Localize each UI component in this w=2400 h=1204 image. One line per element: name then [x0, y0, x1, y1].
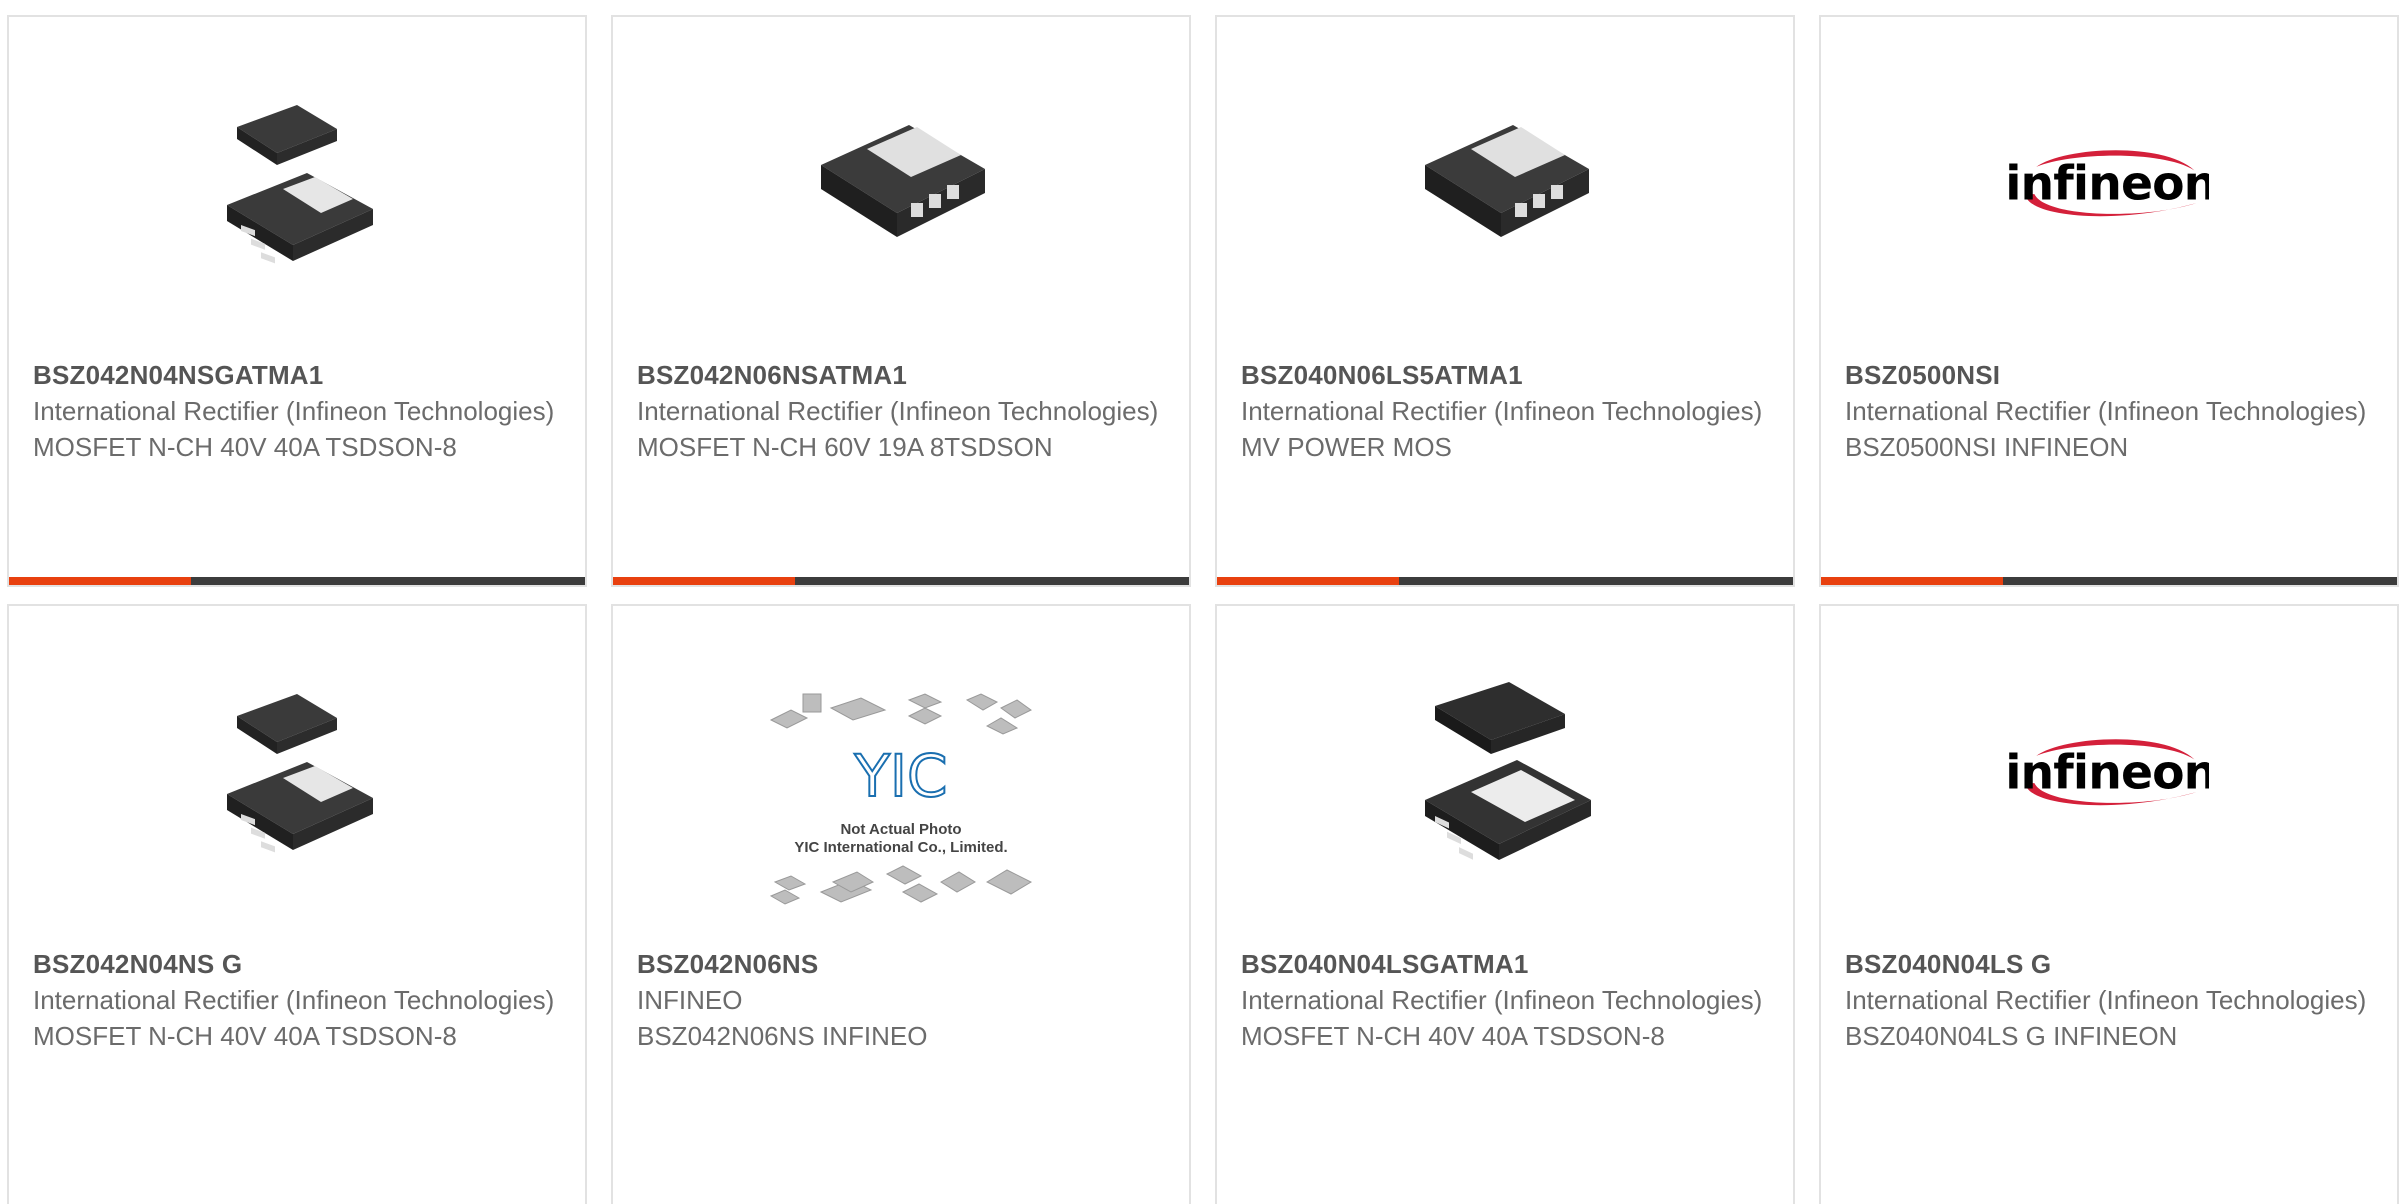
- product-image[interactable]: YIC Not Actual Photo YIC International C…: [761, 686, 1041, 926]
- product-card[interactable]: BSZ042N04NS G International Rectifier (I…: [7, 604, 587, 1204]
- chip-stack-icon: [227, 105, 373, 264]
- product-info: BSZ042N06NSATMA1 International Rectifier…: [637, 357, 1165, 465]
- part-number[interactable]: BSZ042N06NS: [637, 946, 1165, 982]
- product-info: BSZ040N04LS G International Rectifier (I…: [1845, 946, 2373, 1054]
- placeholder-logo: YIC: [853, 742, 947, 810]
- product-card[interactable]: BSZ040N06LS5ATMA1 International Rectifie…: [1215, 15, 1795, 587]
- part-number[interactable]: BSZ042N04NSGATMA1: [33, 357, 561, 393]
- product-image[interactable]: infineon: [2009, 674, 2209, 874]
- product-card[interactable]: infineon BSZ0500NSI International Rectif…: [1819, 15, 2399, 587]
- description: BSZ042N06NS INFINEO: [637, 1021, 928, 1051]
- product-info: BSZ042N04NSGATMA1 International Rectifie…: [33, 357, 561, 465]
- manufacturer: International Rectifier (Infineon Techno…: [1241, 396, 1763, 426]
- product-info: BSZ042N06NS INFINEO BSZ042N06NS INFINEO: [637, 946, 1165, 1054]
- card-bottom-bar: [613, 577, 1189, 585]
- description: MOSFET N-CH 40V 40A TSDSON-8: [33, 1021, 457, 1051]
- description: MOSFET N-CH 60V 19A 8TSDSON: [637, 432, 1053, 462]
- card-accent: [1821, 577, 2003, 585]
- description: MOSFET N-CH 40V 40A TSDSON-8: [1241, 1021, 1665, 1051]
- product-grid: BSZ042N04NSGATMA1 International Rectifie…: [0, 0, 2400, 1204]
- card-accent: [613, 577, 795, 585]
- description: MV POWER MOS: [1241, 432, 1452, 462]
- chip-icon: [1425, 125, 1589, 237]
- manufacturer: INFINEO: [637, 985, 743, 1015]
- card-bottom-bar: [9, 577, 585, 585]
- logo-text: infineon: [2009, 746, 2209, 801]
- product-image[interactable]: [1405, 674, 1605, 874]
- description: MOSFET N-CH 40V 40A TSDSON-8: [33, 432, 457, 462]
- part-number[interactable]: BSZ042N04NS G: [33, 946, 561, 982]
- infineon-logo: infineon: [2009, 739, 2209, 806]
- infineon-logo: infineon: [2009, 150, 2209, 217]
- product-info: BSZ040N06LS5ATMA1 International Rectifie…: [1241, 357, 1769, 465]
- card-accent: [1217, 577, 1399, 585]
- part-number[interactable]: BSZ0500NSI: [1845, 357, 2373, 393]
- product-image[interactable]: infineon: [2009, 85, 2209, 285]
- placeholder-photo: YIC Not Actual Photo YIC International C…: [769, 693, 1033, 905]
- manufacturer: International Rectifier (Infineon Techno…: [1241, 985, 1763, 1015]
- product-image[interactable]: [197, 674, 397, 874]
- card-bottom-bar: [1821, 577, 2397, 585]
- description: BSZ0500NSI INFINEON: [1845, 432, 2129, 462]
- product-image[interactable]: [801, 85, 1001, 285]
- card-accent: [9, 577, 191, 585]
- product-image[interactable]: [1405, 85, 1605, 285]
- part-number[interactable]: BSZ042N06NSATMA1: [637, 357, 1165, 393]
- product-info: BSZ042N04NS G International Rectifier (I…: [33, 946, 561, 1054]
- card-bottom-bar: [1217, 577, 1793, 585]
- manufacturer: International Rectifier (Infineon Techno…: [33, 985, 555, 1015]
- manufacturer: International Rectifier (Infineon Techno…: [33, 396, 555, 426]
- manufacturer: International Rectifier (Infineon Techno…: [1845, 396, 2367, 426]
- product-card[interactable]: infineon BSZ040N04LS G International Rec…: [1819, 604, 2399, 1204]
- product-card[interactable]: BSZ040N04LSGATMA1 International Rectifie…: [1215, 604, 1795, 1204]
- product-image[interactable]: [197, 85, 397, 285]
- manufacturer: International Rectifier (Infineon Techno…: [637, 396, 1159, 426]
- part-number[interactable]: BSZ040N04LSGATMA1: [1241, 946, 1769, 982]
- product-card[interactable]: BSZ042N06NSATMA1 International Rectifier…: [611, 15, 1191, 587]
- chip-icon: [821, 125, 985, 237]
- placeholder-company: YIC International Co., Limited.: [794, 839, 1007, 856]
- part-number[interactable]: BSZ040N06LS5ATMA1: [1241, 357, 1769, 393]
- product-info: BSZ040N04LSGATMA1 International Rectifie…: [1241, 946, 1769, 1054]
- product-card[interactable]: YIC Not Actual Photo YIC International C…: [611, 604, 1191, 1204]
- product-info: BSZ0500NSI International Rectifier (Infi…: [1845, 357, 2373, 465]
- part-number[interactable]: BSZ040N04LS G: [1845, 946, 2373, 982]
- description: BSZ040N04LS G INFINEON: [1845, 1021, 2178, 1051]
- logo-text: infineon: [2009, 157, 2209, 212]
- chip-stack-icon: [227, 694, 373, 853]
- manufacturer: International Rectifier (Infineon Techno…: [1845, 985, 2367, 1015]
- placeholder-caption: Not Actual Photo: [840, 821, 961, 838]
- product-card[interactable]: BSZ042N04NSGATMA1 International Rectifie…: [7, 15, 587, 587]
- chip-stack-icon: [1425, 682, 1591, 860]
